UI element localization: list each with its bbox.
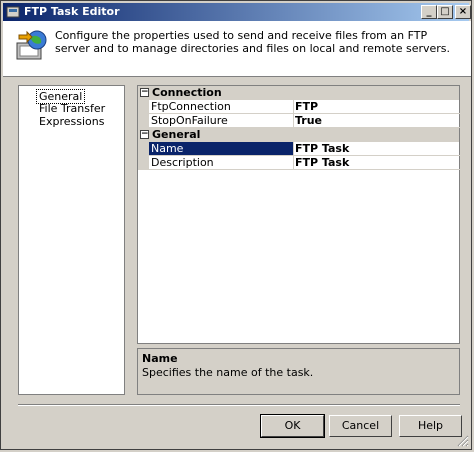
header-panel: Configure the properties used to send an… bbox=[3, 21, 471, 77]
ok-button[interactable]: OK bbox=[260, 414, 325, 438]
description-text: Specifies the name of the task. bbox=[142, 366, 314, 379]
header-description: Configure the properties used to send an… bbox=[55, 29, 451, 55]
title-bar[interactable]: FTP Task Editor _ □ × bbox=[3, 3, 471, 21]
resize-grip-icon[interactable] bbox=[457, 435, 469, 447]
collapse-icon[interactable]: − bbox=[140, 88, 149, 97]
property-description-pane: Name Specifies the name of the task. bbox=[137, 348, 460, 395]
property-name: Description bbox=[149, 156, 294, 170]
nav-item-expressions[interactable]: Expressions bbox=[37, 115, 106, 128]
help-button[interactable]: Help bbox=[399, 415, 462, 437]
description-title: Name bbox=[142, 352, 178, 365]
close-button[interactable]: × bbox=[455, 5, 471, 19]
property-value[interactable]: FTP Task bbox=[293, 156, 461, 170]
nav-item-file-transfer[interactable]: File Transfer bbox=[37, 102, 107, 115]
property-name: StopOnFailure bbox=[149, 114, 294, 128]
property-row-selected[interactable]: Name FTP Task bbox=[138, 142, 461, 156]
property-value[interactable]: True bbox=[293, 114, 461, 128]
category-label: Connection bbox=[152, 86, 222, 99]
minimize-button[interactable]: _ bbox=[421, 5, 437, 19]
cancel-button[interactable]: Cancel bbox=[329, 415, 392, 437]
property-value[interactable]: FTP bbox=[293, 100, 461, 114]
window-title: FTP Task Editor bbox=[24, 5, 120, 18]
category-general[interactable]: − General bbox=[138, 128, 459, 142]
collapse-icon[interactable]: − bbox=[140, 130, 149, 139]
category-label: General bbox=[152, 128, 201, 141]
ftp-globe-icon bbox=[16, 30, 47, 60]
property-row[interactable]: StopOnFailure True bbox=[138, 114, 461, 128]
property-name: FtpConnection bbox=[149, 100, 294, 114]
category-connection[interactable]: − Connection bbox=[138, 86, 459, 100]
property-grid: − Connection FtpConnection FTP StopOnFai… bbox=[137, 85, 461, 344]
maximize-button[interactable]: □ bbox=[437, 5, 453, 19]
property-row[interactable]: Description FTP Task bbox=[138, 156, 461, 170]
property-value[interactable]: FTP Task bbox=[293, 142, 461, 156]
page-list: General File Transfer Expressions bbox=[18, 85, 125, 395]
property-name: Name bbox=[149, 142, 294, 156]
divider bbox=[18, 404, 460, 406]
property-row[interactable]: FtpConnection FTP bbox=[138, 100, 461, 114]
app-icon bbox=[6, 6, 20, 18]
ftp-task-editor-window: FTP Task Editor _ □ × Configure the prop… bbox=[0, 0, 472, 450]
